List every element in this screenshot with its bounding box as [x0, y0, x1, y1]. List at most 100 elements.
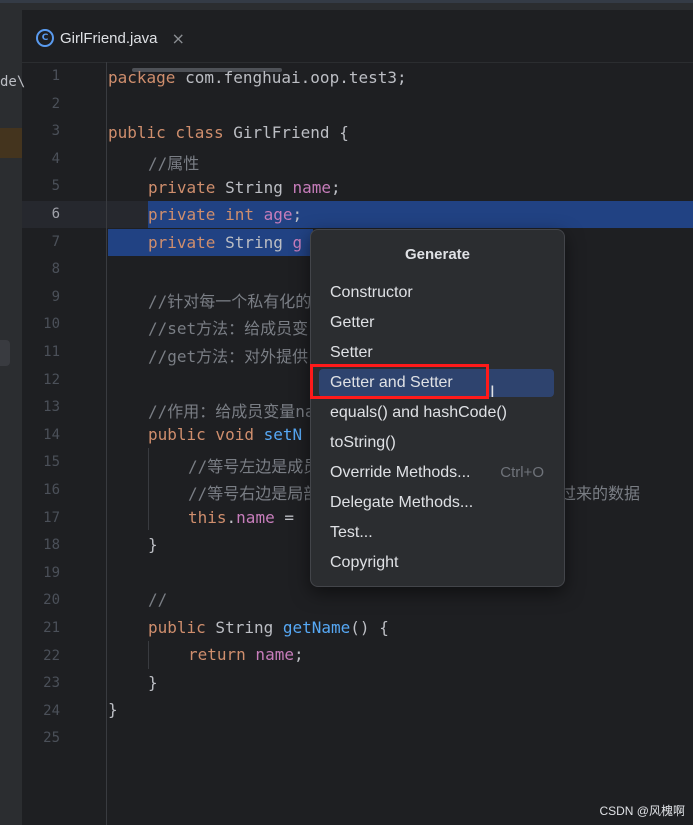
project-selected-row[interactable] [0, 128, 22, 158]
java-class-icon: C [36, 29, 54, 47]
menu-item-override-methods[interactable]: Override Methods... Ctrl+O [319, 459, 554, 487]
line-number: 23 [43, 675, 60, 692]
code-text: () { [350, 618, 389, 637]
menu-item-test[interactable]: Test... [319, 519, 554, 547]
code-line-18: } [148, 535, 158, 554]
menu-item-copyright[interactable]: Copyright [319, 549, 554, 577]
line-number: 3 [51, 123, 60, 140]
line-number: 20 [43, 592, 60, 609]
menu-item-delegate-methods[interactable]: Delegate Methods... [319, 489, 554, 517]
line-number: 25 [43, 730, 60, 747]
indent-guide [148, 641, 149, 669]
keyword: package [108, 68, 176, 87]
code-line-20: // [148, 590, 168, 609]
popup-title: Generate [404, 246, 471, 263]
keyword: this [188, 508, 227, 527]
line-number: 11 [43, 344, 60, 360]
menu-item-setter[interactable]: Setter [319, 339, 554, 367]
menu-item-label: Test... [330, 524, 373, 541]
field-name: name [245, 645, 294, 664]
line-number: 2 [51, 95, 60, 112]
line-number: 8 [51, 261, 60, 278]
line-number-gutter: 1 2 3 4 5 6 7 8 9 10 11 12 13 14 15 16 17 18 19 20 21 22 23 24 2… [22, 62, 107, 825]
menu-item-label: Getter [330, 314, 375, 331]
code-line-10: //set方法：给成员变 [148, 319, 309, 338]
menu-item-label: Setter [330, 344, 373, 361]
menu-item-label: toString() [330, 434, 396, 451]
keyword: private [148, 233, 216, 252]
field-name: g [292, 233, 303, 252]
menu-item-label: Delegate Methods... [330, 494, 474, 511]
line-number: 17 [43, 509, 60, 526]
code-line-11: //get方法：对外提供 [148, 347, 309, 366]
close-icon[interactable]: × [172, 29, 185, 48]
line-number: 9 [51, 288, 60, 305]
menu-item-label: equals() and hashCode() [330, 404, 507, 421]
line-number: 19 [43, 564, 60, 581]
keyword: public void [148, 425, 254, 444]
code-text: String [215, 233, 293, 252]
method-name: getName [282, 618, 351, 637]
text-cursor-icon: I [490, 382, 495, 401]
code-line-1: package com.fenghuai.oop.test3; [108, 68, 407, 87]
code-line-15: //等号左边是成员 [188, 457, 320, 476]
field-name: name [292, 178, 332, 197]
code-text: String [205, 618, 283, 637]
menu-item-label: Copyright [330, 554, 399, 571]
generate-popup: Generate Constructor Getter Setter Getter a… [310, 229, 565, 587]
code-line-16: //等号右边是局部 [188, 484, 320, 503]
code-text: ; [331, 178, 341, 197]
line-number: 18 [43, 537, 60, 554]
keyword: public class [108, 123, 224, 142]
code-line-24: } [108, 700, 118, 719]
field-name: name [236, 508, 275, 527]
code-line-7: private String g [148, 233, 302, 252]
code-line-3: public class GirlFriend { [108, 123, 349, 142]
code-line-6: private int age; [148, 205, 302, 224]
menu-item-equals-and-hashcode[interactable]: equals() and hashCode() [319, 399, 554, 427]
line-number: 12 [43, 371, 60, 388]
code-line-4: //属性 [148, 154, 200, 173]
project-panel[interactable]: de\ [0, 10, 25, 825]
project-scroll-handle[interactable] [0, 340, 10, 366]
menu-item-constructor[interactable]: Constructor [319, 279, 554, 307]
code-text: GirlFriend { [223, 123, 349, 142]
line-number: 4 [51, 150, 60, 167]
line-number: 14 [43, 426, 60, 443]
line-number: 7 [51, 233, 60, 250]
code-text: ; [292, 205, 303, 224]
menu-item-label: Override Methods... [330, 464, 471, 481]
code-line-14: public void setN [148, 425, 302, 444]
code-text: ; [293, 645, 304, 664]
keyword: private [148, 178, 216, 197]
code-text: . [226, 508, 237, 527]
line-number: 22 [43, 647, 60, 664]
tab-girlfriend-java[interactable]: C GirlFriend.java × [36, 25, 185, 51]
menu-item-getter[interactable]: Getter [319, 309, 554, 337]
tab-title: GirlFriend.java [60, 29, 158, 47]
watermark: CSDN @风槐啊 [599, 804, 685, 818]
line-number: 1 [51, 68, 60, 84]
annotation-highlight-box [310, 364, 489, 399]
code-line-21: public String getName() { [148, 618, 389, 637]
keyword: return [188, 645, 246, 664]
line-number: 6 [51, 206, 60, 222]
top-accent-line [0, 0, 693, 3]
code-line-17: this.name = [188, 508, 294, 527]
menu-item-tostring[interactable]: toString() [319, 429, 554, 457]
window-top-strip [0, 0, 693, 10]
keyword: private int [148, 205, 254, 224]
keyword: public [148, 618, 206, 637]
field-name: age [253, 205, 293, 224]
code-line-5: private String name; [148, 178, 341, 197]
method-name: setN [253, 425, 303, 444]
code-line-16-tail: 过来的数据 [560, 484, 641, 503]
menu-item-shortcut: Ctrl+O [500, 464, 544, 481]
code-line-9: //针对每一个私有化的 [148, 292, 312, 311]
menu-item-label: Constructor [330, 284, 413, 301]
line-number: 15 [43, 454, 60, 471]
editor-tab-bar: C GirlFriend.java × [22, 10, 693, 72]
code-line-22: return name; [188, 645, 304, 664]
line-number: 10 [43, 316, 60, 333]
code-text: String [215, 178, 293, 197]
